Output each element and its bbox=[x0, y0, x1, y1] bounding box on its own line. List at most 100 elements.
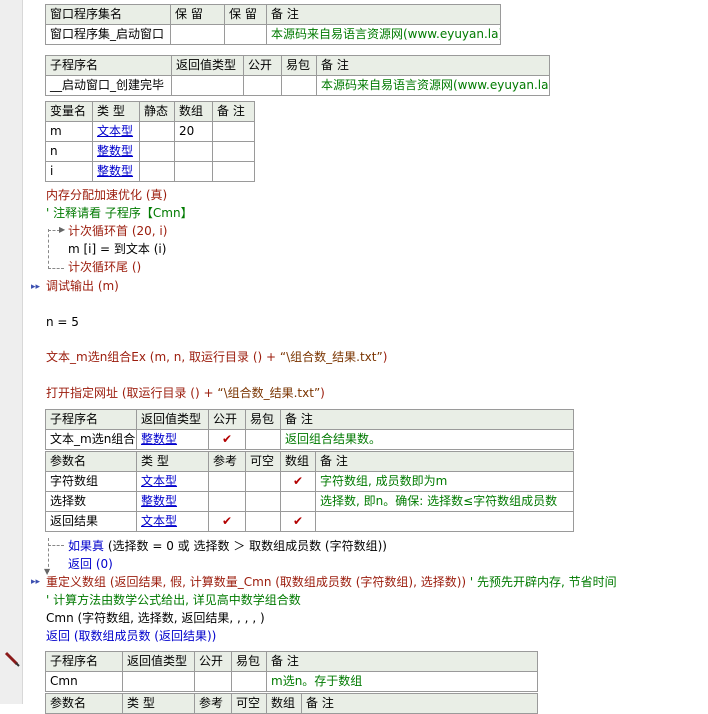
public-cell[interactable] bbox=[194, 671, 232, 692]
header-cell: 返回值类型 bbox=[122, 651, 195, 672]
var-name[interactable]: i bbox=[45, 161, 93, 182]
var-remark[interactable] bbox=[212, 161, 255, 182]
var-name[interactable]: m bbox=[45, 121, 93, 142]
public-cell[interactable] bbox=[243, 75, 282, 96]
param-remark[interactable]: 字符数组, 成员数即为m bbox=[315, 471, 574, 492]
return-type-cell[interactable]: 整数型 bbox=[136, 429, 209, 450]
header-cell: 备 注 bbox=[266, 4, 501, 25]
loop-guide bbox=[48, 229, 49, 269]
header-cell: 公开 bbox=[243, 55, 282, 76]
var-remark[interactable] bbox=[212, 121, 255, 142]
header-cell: 参数名 bbox=[45, 451, 137, 472]
param-nullable[interactable] bbox=[245, 471, 281, 492]
param-name[interactable]: 字符数组 bbox=[45, 471, 137, 492]
return-type-cell[interactable] bbox=[171, 75, 244, 96]
header-cell: 变量名 bbox=[45, 101, 93, 122]
assembly-table: 窗口程序集名 保 留 保 留 备 注 窗口程序集_启动窗口 本源码来自易语言资源… bbox=[45, 4, 501, 45]
string-literal: “\组合数_结果.txt” bbox=[279, 350, 383, 364]
param-type[interactable]: 文本型 bbox=[136, 471, 209, 492]
header-cell: 类 型 bbox=[136, 451, 209, 472]
subroutine-table: 子程序名 返回值类型 公开 易包 备 注 文本_m选n组合 整数型 ✔ 返回组合… bbox=[45, 409, 574, 450]
param-remark[interactable]: 选择数, 即n。确保: 选择数≤字符数组成员数 bbox=[315, 491, 574, 512]
arrow-marker-icon: ▸▸ bbox=[31, 577, 41, 587]
left-gutter bbox=[0, 0, 22, 704]
header-cell: 子程序名 bbox=[45, 651, 123, 672]
param-array[interactable] bbox=[280, 491, 316, 512]
param-type[interactable]: 文本型 bbox=[136, 511, 209, 532]
code-line[interactable]: 返回 (取数组成员数 (返回结果)) bbox=[46, 628, 216, 644]
package-cell[interactable] bbox=[245, 429, 281, 450]
reserved-cell[interactable] bbox=[170, 24, 225, 45]
var-static[interactable] bbox=[139, 161, 175, 182]
param-remark[interactable] bbox=[315, 511, 574, 532]
comment-line[interactable]: ' 计算方法由数学公式给出, 详见高中数学组合数 bbox=[46, 592, 301, 608]
array-check-icon[interactable]: ✔ bbox=[280, 471, 316, 492]
code-line[interactable]: 调试输出 (m) bbox=[46, 278, 119, 294]
param-name[interactable]: 返回结果 bbox=[45, 511, 137, 532]
header-cell: 返回值类型 bbox=[136, 409, 209, 430]
remark-cell[interactable]: m选n。存于数组 bbox=[266, 671, 538, 692]
header-cell: 备 注 bbox=[266, 651, 538, 672]
remark-cell[interactable]: 本源码来自易语言资源网(www.eyuyan.la) bbox=[316, 75, 550, 96]
subroutine-name[interactable]: Cmn bbox=[45, 671, 123, 692]
var-static[interactable] bbox=[139, 141, 175, 162]
code-line[interactable]: 内存分配加速优化 (真) bbox=[46, 187, 167, 203]
remark-cell[interactable]: 本源码来自易语言资源网(www.eyuyan.la) bbox=[266, 24, 501, 45]
package-cell[interactable] bbox=[231, 671, 267, 692]
header-cell: 备 注 bbox=[315, 451, 574, 472]
return-type-cell[interactable] bbox=[122, 671, 195, 692]
call-close: ) bbox=[382, 350, 388, 364]
header-cell: 保 留 bbox=[170, 4, 225, 25]
header-cell: 类 型 bbox=[92, 101, 140, 122]
param-ref[interactable] bbox=[208, 471, 246, 492]
parameter-table: 参数名 类 型 参考 可空 数组 备 注 字符数组 文本型 ✔ 字符数组, 成员… bbox=[45, 451, 574, 532]
code-line[interactable]: 打开指定网址 (取运行目录 () + “\组合数_结果.txt”) bbox=[46, 385, 325, 401]
call-text: 文本_m选n组合Ex (m, n, 取运行目录 () + bbox=[46, 350, 280, 364]
assembly-name[interactable]: 窗口程序集_启动窗口 bbox=[45, 24, 171, 45]
header-cell: 易包 bbox=[245, 409, 281, 430]
code-line[interactable]: n = 5 bbox=[46, 314, 79, 330]
header-cell: 备 注 bbox=[280, 409, 574, 430]
subroutine-name[interactable]: __启动窗口_创建完毕 bbox=[45, 75, 172, 96]
var-array[interactable] bbox=[174, 161, 213, 182]
code-line[interactable]: 重定义数组 (返回结果, 假, 计算数量_Cmn (取数组成员数 (字符数组),… bbox=[46, 574, 617, 590]
var-static[interactable] bbox=[139, 121, 175, 142]
var-array[interactable] bbox=[174, 141, 213, 162]
var-remark[interactable] bbox=[212, 141, 255, 162]
header-cell: 可空 bbox=[245, 451, 281, 472]
var-type[interactable]: 文本型 bbox=[92, 121, 140, 142]
code-line[interactable]: 如果真 (选择数 = 0 或 选择数 ＞ 取数组成员数 (字符数组)) bbox=[68, 538, 387, 554]
param-type[interactable]: 整数型 bbox=[136, 491, 209, 512]
var-array[interactable]: 20 bbox=[174, 121, 213, 142]
code-line[interactable]: Cmn (字符数组, 选择数, 返回结果, , , , ) bbox=[46, 610, 265, 626]
code-line[interactable]: 文本_m选n组合Ex (m, n, 取运行目录 () + “\组合数_结果.tx… bbox=[46, 349, 387, 365]
var-type[interactable]: 整数型 bbox=[92, 141, 140, 162]
remark-cell[interactable]: 返回组合结果数。 bbox=[280, 429, 574, 450]
code-line[interactable]: 返回 (0) bbox=[68, 556, 113, 572]
param-ref[interactable] bbox=[208, 491, 246, 512]
comment-line[interactable]: ' 注释请看 子程序【Cmn】 bbox=[46, 205, 193, 221]
var-name[interactable]: n bbox=[45, 141, 93, 162]
keyword: 如果真 bbox=[68, 539, 105, 553]
if-guide bbox=[48, 545, 64, 546]
header-cell: 数组 bbox=[174, 101, 213, 122]
arrow-marker-icon: ▸▸ bbox=[31, 282, 41, 292]
public-check-icon[interactable]: ✔ bbox=[208, 429, 246, 450]
header-cell: 公开 bbox=[194, 651, 232, 672]
param-name[interactable]: 选择数 bbox=[45, 491, 137, 512]
subroutine-table: 子程序名 返回值类型 公开 易包 备 注 __启动窗口_创建完毕 本源码来自易语… bbox=[45, 55, 550, 96]
code-line[interactable]: 计次循环首 (20, i) bbox=[68, 223, 167, 239]
param-nullable[interactable] bbox=[245, 491, 281, 512]
code-line[interactable]: 计次循环尾 () bbox=[68, 259, 141, 275]
variable-table: 变量名 类 型 静态 数组 备 注 m 文本型 20 n 整数型 i 整数型 bbox=[45, 101, 255, 182]
array-check-icon[interactable]: ✔ bbox=[280, 511, 316, 532]
subroutine-name[interactable]: 文本_m选n组合 bbox=[45, 429, 137, 450]
ref-check-icon[interactable]: ✔ bbox=[208, 511, 246, 532]
inline-comment: ' 先预先开辟内存, 节省时间 bbox=[469, 575, 617, 589]
var-type[interactable]: 整数型 bbox=[92, 161, 140, 182]
gutter-divider bbox=[22, 0, 23, 704]
code-line[interactable]: m [i] = 到文本 (i) bbox=[68, 241, 166, 257]
reserved-cell[interactable] bbox=[224, 24, 267, 45]
param-nullable[interactable] bbox=[245, 511, 281, 532]
package-cell[interactable] bbox=[281, 75, 317, 96]
